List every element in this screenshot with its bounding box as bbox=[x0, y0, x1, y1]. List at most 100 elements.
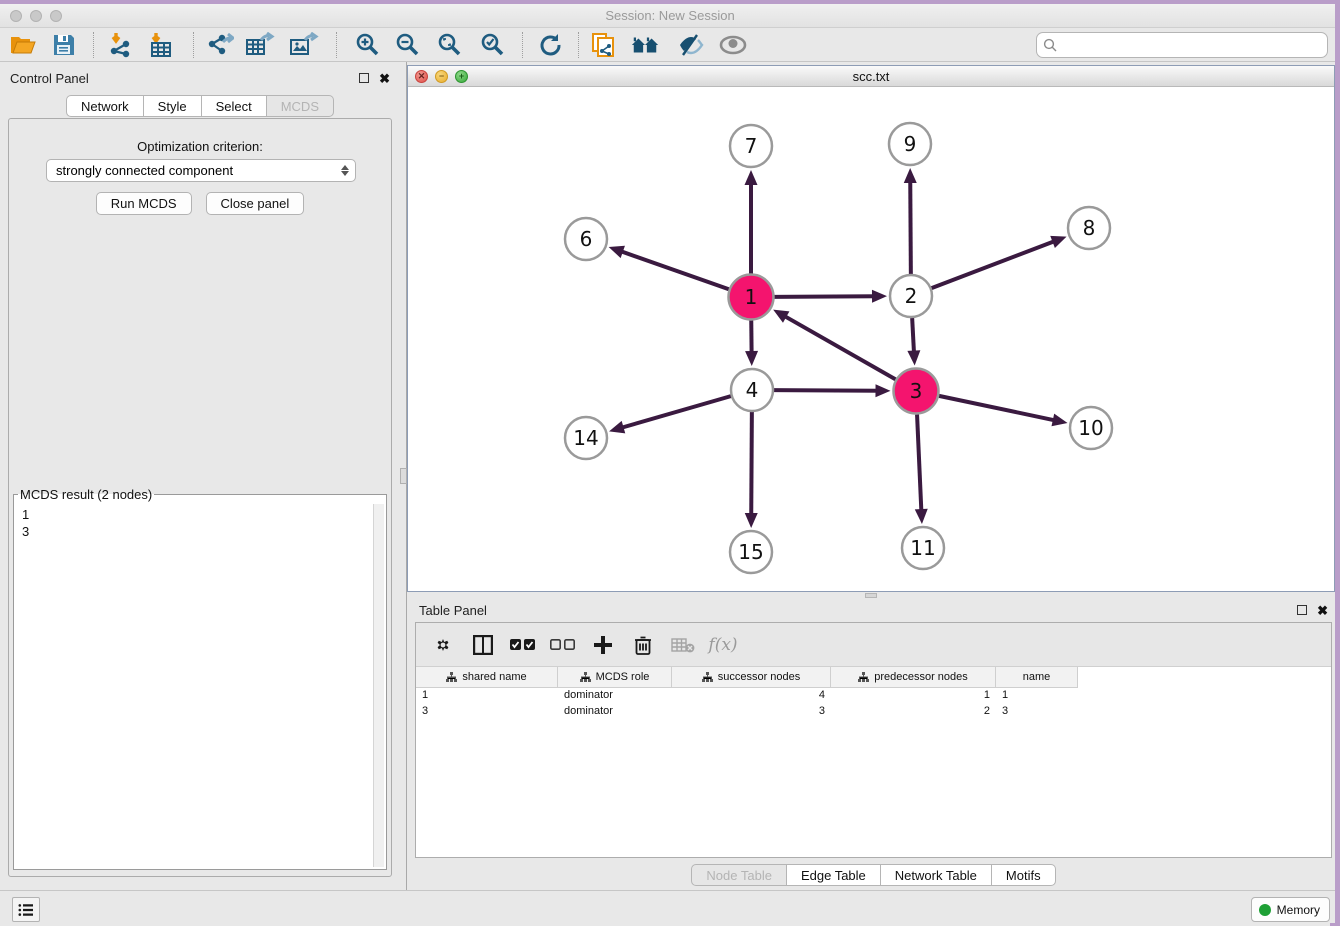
vertical-splitter-handle[interactable] bbox=[400, 468, 407, 484]
arrowhead-icon bbox=[875, 384, 890, 397]
memory-button[interactable]: Memory bbox=[1251, 897, 1330, 922]
cell-mcds-role[interactable]: dominator bbox=[558, 688, 672, 704]
network-canvas[interactable]: 7 9 6 8 1 2 4 3 14 10 15 11 bbox=[408, 87, 1334, 591]
edge-3-1[interactable] bbox=[773, 310, 895, 380]
cell-mcds-role[interactable]: dominator bbox=[558, 704, 672, 720]
edge-1-2[interactable] bbox=[774, 290, 887, 303]
node-15[interactable]: 15 bbox=[730, 531, 772, 573]
zoom-in-icon[interactable] bbox=[353, 31, 383, 59]
cell-successor-nodes[interactable]: 3 bbox=[672, 704, 831, 720]
cell-shared-name[interactable]: 1 bbox=[416, 688, 558, 704]
delete-row-icon[interactable] bbox=[630, 632, 656, 658]
network-graph[interactable]: 7 9 6 8 1 2 4 3 14 10 15 11 bbox=[408, 87, 1334, 591]
cell-shared-name[interactable]: 3 bbox=[416, 704, 558, 720]
node-2[interactable]: 2 bbox=[890, 275, 932, 317]
search-icon bbox=[1043, 38, 1058, 53]
select-all-icon[interactable] bbox=[510, 632, 536, 658]
tab-edge-table[interactable]: Edge Table bbox=[787, 864, 881, 886]
zoom-selected-icon[interactable] bbox=[478, 31, 508, 59]
node-8[interactable]: 8 bbox=[1068, 207, 1110, 249]
close-table-panel-icon[interactable]: ✖ bbox=[1317, 604, 1328, 617]
cell-predecessor-nodes[interactable]: 2 bbox=[831, 704, 996, 720]
tab-motifs[interactable]: Motifs bbox=[992, 864, 1056, 886]
criterion-select[interactable]: strongly connected component bbox=[46, 159, 356, 182]
refresh-icon[interactable] bbox=[535, 31, 565, 59]
node-6[interactable]: 6 bbox=[565, 218, 607, 260]
close-panel-button[interactable]: Close panel bbox=[206, 192, 305, 215]
import-network-icon[interactable] bbox=[106, 31, 136, 59]
edge-1-4[interactable] bbox=[745, 320, 758, 366]
split-columns-icon[interactable] bbox=[470, 632, 496, 658]
session-title: Session: New Session bbox=[0, 8, 1340, 23]
desktop-edge-top bbox=[0, 0, 1340, 4]
edge-2-3[interactable] bbox=[907, 318, 920, 366]
zoom-out-icon[interactable] bbox=[393, 31, 423, 59]
edge-4-15[interactable] bbox=[745, 412, 758, 528]
tab-node-table[interactable]: Node Table bbox=[691, 864, 787, 886]
column-header-mcds-role[interactable]: MCDS role bbox=[558, 667, 672, 687]
toolbar-separator bbox=[193, 32, 194, 58]
tab-mcds[interactable]: MCDS bbox=[267, 95, 334, 117]
edge-4-3[interactable] bbox=[774, 384, 891, 397]
edge-3-10[interactable] bbox=[939, 396, 1068, 426]
result-scrollbar[interactable] bbox=[373, 504, 384, 867]
search-box[interactable] bbox=[1036, 32, 1328, 58]
edge-4-14[interactable] bbox=[609, 396, 731, 433]
toggle-graphics-details-icon[interactable] bbox=[676, 31, 706, 59]
close-panel-icon[interactable]: ✖ bbox=[379, 72, 390, 85]
table-row[interactable]: 1 dominator 4 1 1 bbox=[416, 688, 1331, 704]
deselect-all-icon[interactable] bbox=[550, 632, 576, 658]
cell-predecessor-nodes[interactable]: 1 bbox=[831, 688, 996, 704]
task-history-button[interactable] bbox=[12, 897, 40, 922]
table-settings-icon[interactable] bbox=[430, 632, 456, 658]
tab-network[interactable]: Network bbox=[66, 95, 144, 117]
node-3[interactable]: 3 bbox=[894, 369, 939, 414]
node-14[interactable]: 14 bbox=[565, 417, 607, 459]
tab-network-table[interactable]: Network Table bbox=[881, 864, 992, 886]
import-table-icon[interactable] bbox=[146, 31, 176, 59]
node-4[interactable]: 4 bbox=[731, 369, 773, 411]
tab-select[interactable]: Select bbox=[202, 95, 267, 117]
export-table-icon[interactable] bbox=[245, 31, 275, 59]
edge-1-6[interactable] bbox=[609, 246, 729, 289]
network-window: ✕ − + scc.txt 7 9 6 8 1 2 4 3 14 10 15 11 bbox=[407, 65, 1335, 592]
edge-3-11[interactable] bbox=[915, 414, 928, 524]
node-11[interactable]: 11 bbox=[902, 527, 944, 569]
cell-successor-nodes[interactable]: 4 bbox=[672, 688, 831, 704]
edge-2-9[interactable] bbox=[904, 168, 917, 274]
mcds-result-list[interactable]: 1 3 bbox=[16, 504, 384, 867]
export-image-icon[interactable] bbox=[289, 31, 319, 59]
column-header-successor-nodes[interactable]: successor nodes bbox=[672, 667, 831, 687]
network-window-titlebar[interactable]: ✕ − + scc.txt bbox=[408, 66, 1334, 87]
edge-2-8[interactable] bbox=[932, 236, 1067, 288]
node-1[interactable]: 1 bbox=[729, 275, 774, 320]
float-panel-icon[interactable] bbox=[359, 73, 369, 83]
column-header-predecessor-nodes[interactable]: predecessor nodes bbox=[831, 667, 996, 687]
cell-name[interactable]: 3 bbox=[996, 704, 1078, 720]
column-header-name[interactable]: name bbox=[996, 667, 1078, 687]
delete-table-icon[interactable] bbox=[670, 632, 696, 658]
node-10[interactable]: 10 bbox=[1070, 407, 1112, 449]
run-mcds-button[interactable]: Run MCDS bbox=[96, 192, 192, 215]
copy-network-icon[interactable] bbox=[588, 31, 618, 59]
table-row[interactable]: 3 dominator 3 2 3 bbox=[416, 704, 1331, 720]
add-row-icon[interactable] bbox=[590, 632, 616, 658]
open-session-icon[interactable] bbox=[8, 31, 38, 59]
float-table-panel-icon[interactable] bbox=[1297, 605, 1307, 615]
vertical-splitter[interactable] bbox=[400, 62, 407, 890]
column-header-shared-name[interactable]: shared name bbox=[416, 667, 558, 687]
show-hide-panel-icon[interactable] bbox=[718, 31, 748, 59]
save-session-icon[interactable] bbox=[49, 31, 79, 59]
node-7[interactable]: 7 bbox=[730, 125, 772, 167]
search-input[interactable] bbox=[1058, 35, 1327, 55]
toolbar-separator bbox=[336, 32, 337, 58]
function-builder-icon[interactable]: f(x) bbox=[710, 632, 736, 658]
arrowhead-icon bbox=[907, 350, 920, 365]
zoom-fit-icon[interactable] bbox=[435, 31, 465, 59]
cell-name[interactable]: 1 bbox=[996, 688, 1078, 704]
export-network-icon[interactable] bbox=[205, 31, 235, 59]
home-icon[interactable] bbox=[630, 31, 660, 59]
tab-style[interactable]: Style bbox=[144, 95, 202, 117]
edge-1-7[interactable] bbox=[745, 170, 758, 274]
node-9[interactable]: 9 bbox=[889, 123, 931, 165]
